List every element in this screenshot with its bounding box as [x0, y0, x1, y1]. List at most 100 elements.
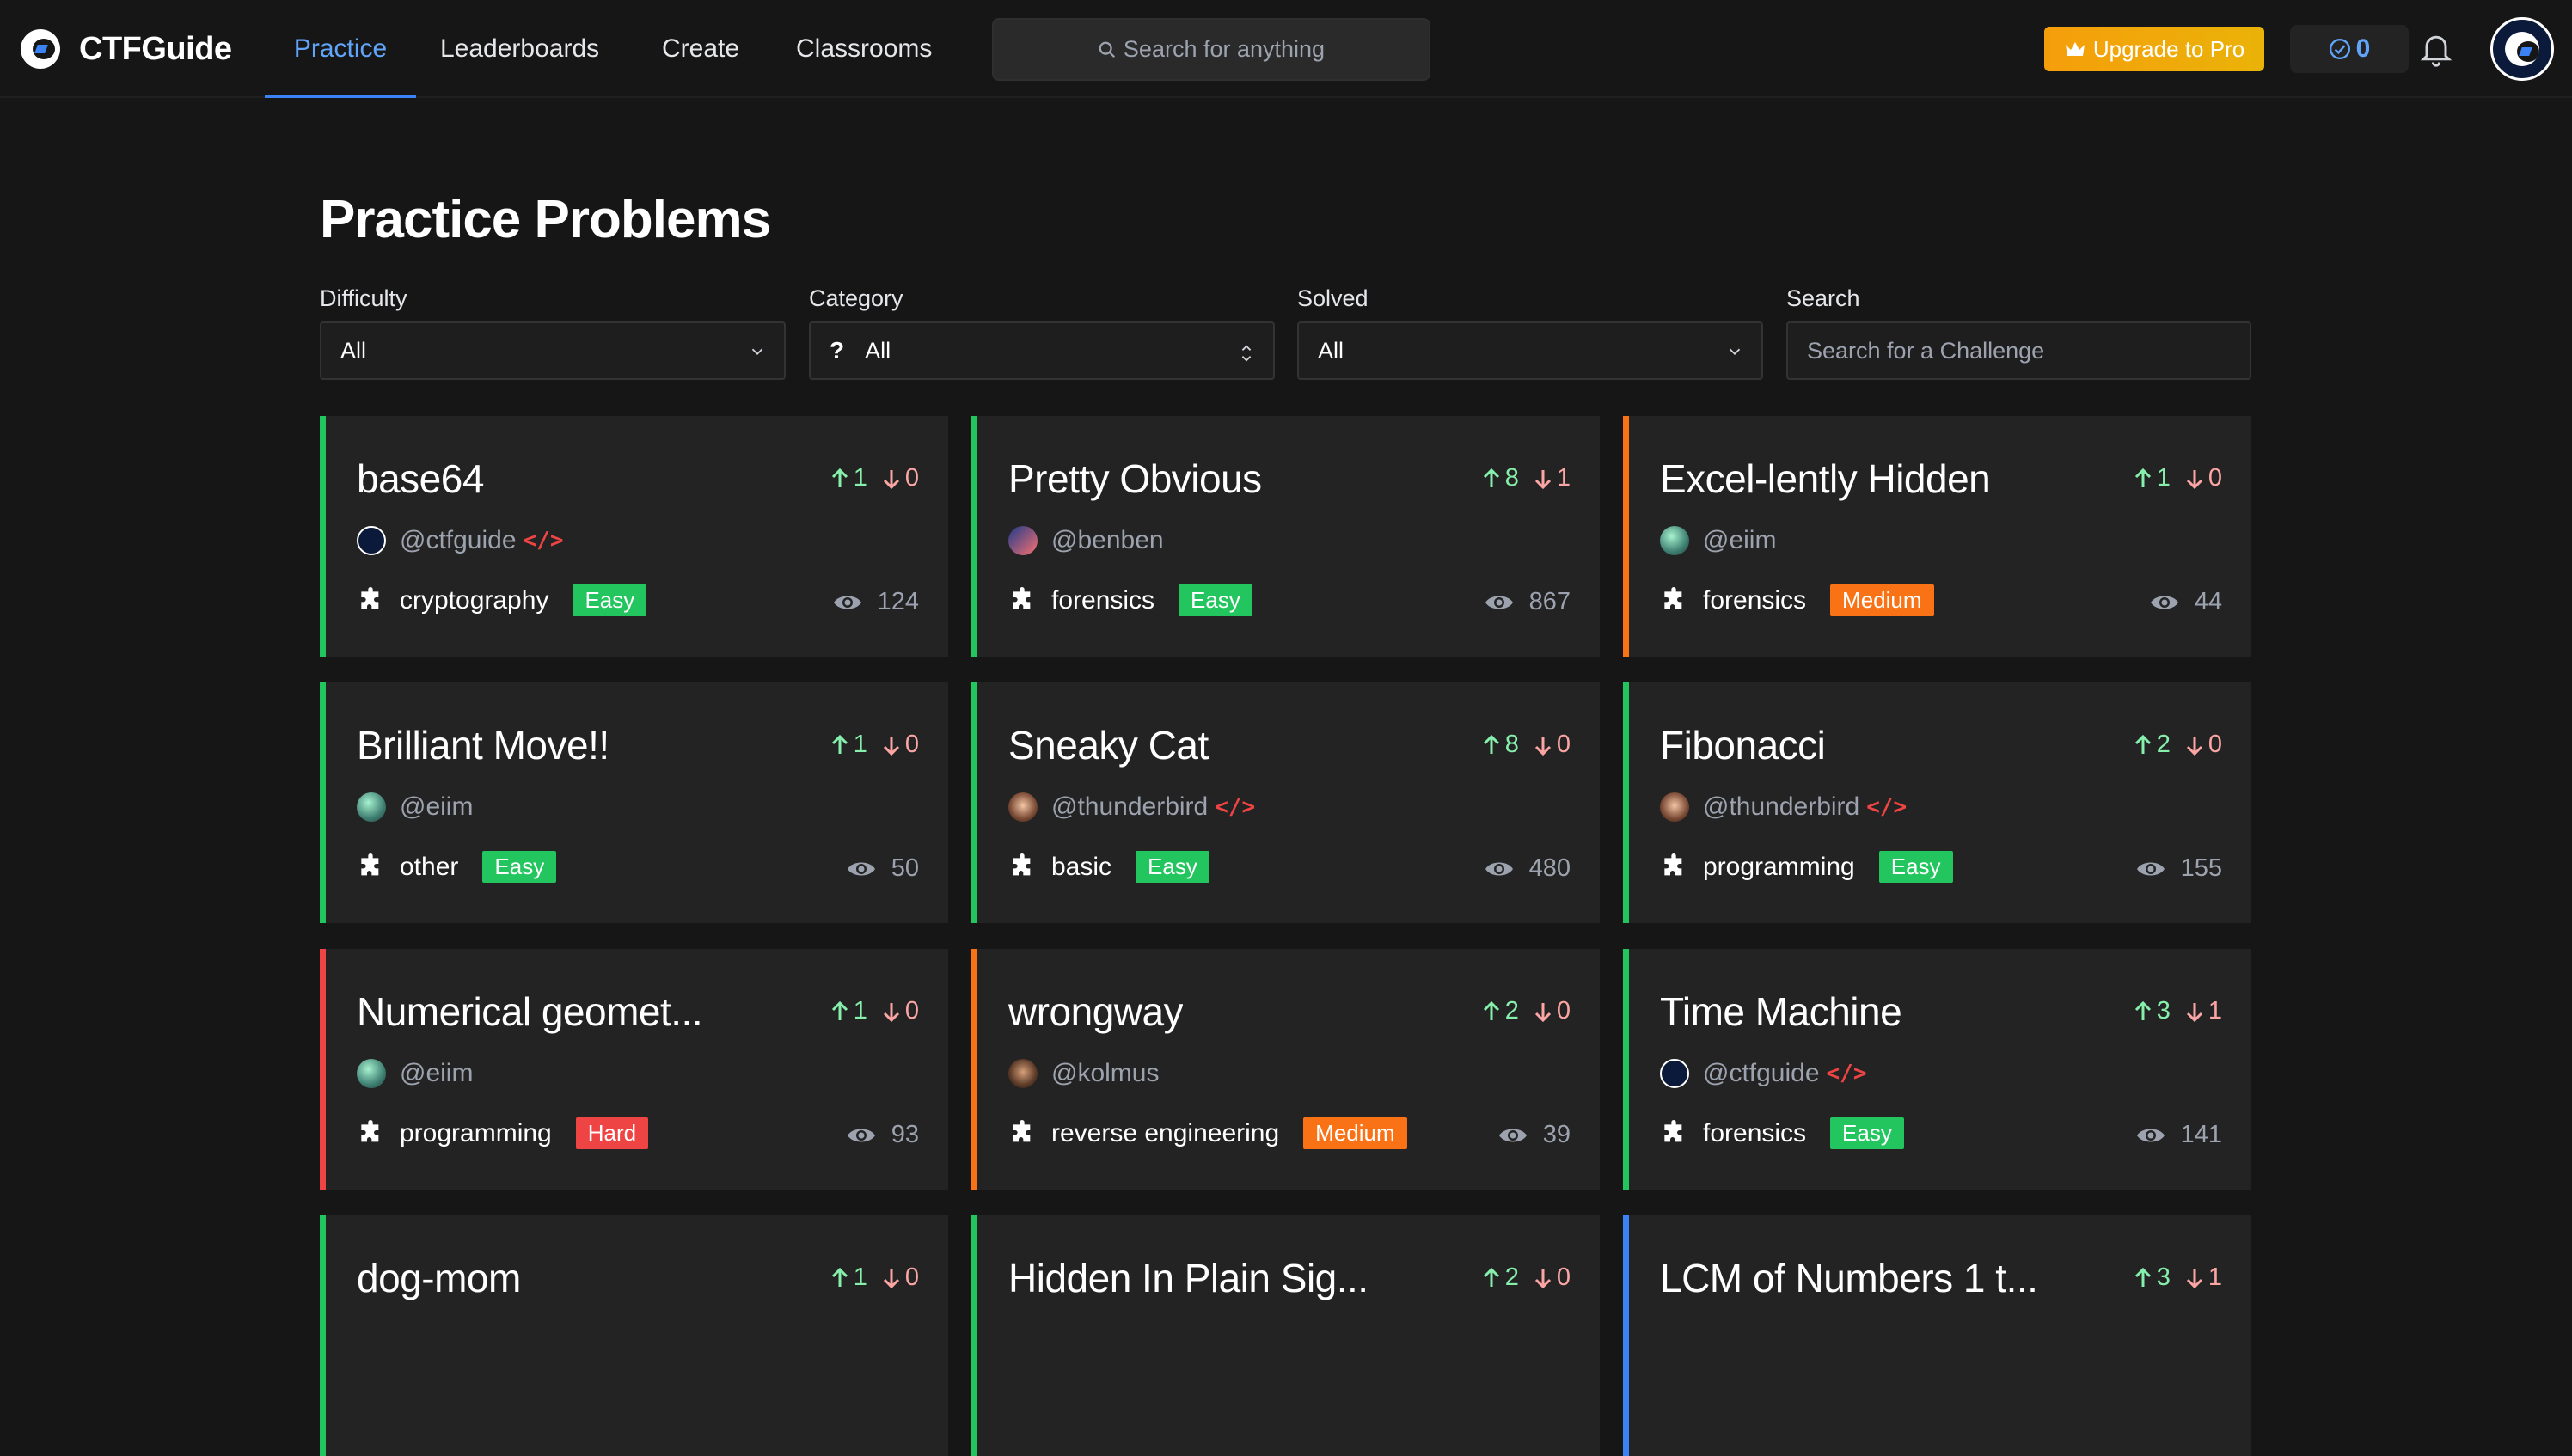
- upvote-count[interactable]: 1: [830, 731, 867, 759]
- upvote-count[interactable]: 8: [1481, 464, 1519, 492]
- upvote-count[interactable]: 2: [2133, 731, 2171, 759]
- challenge-search-input[interactable]: Search for a Challenge: [1786, 321, 2251, 380]
- challenge-title: Excel-lently Hidden: [1660, 456, 1991, 501]
- puzzle-piece-icon: [1664, 1119, 1682, 1141]
- challenge-card[interactable]: wrongway 2 0 @kolmus reverse engineering Medi…: [971, 949, 1600, 1190]
- challenge-card[interactable]: LCM of Numbers 1 t... 3 1: [1623, 1215, 2251, 1456]
- view-count-value: 155: [2180, 854, 2222, 882]
- nav-link-leaderboards[interactable]: Leaderboards: [440, 0, 599, 98]
- author-handle: @ctfguide: [400, 526, 517, 554]
- downvote-count[interactable]: 0: [881, 464, 919, 492]
- upvote-count[interactable]: 2: [1481, 1263, 1519, 1292]
- challenge-meta: cryptography Easy: [357, 584, 647, 616]
- challenge-author[interactable]: @ctfguide </>: [1660, 1059, 1867, 1088]
- vote-counts: 81: [1481, 464, 1571, 492]
- upvote-count[interactable]: 2: [1481, 997, 1519, 1025]
- upvote-count[interactable]: 1: [830, 464, 867, 492]
- downvote-count[interactable]: 1: [2184, 1263, 2222, 1292]
- challenge-title: dog-mom: [357, 1256, 521, 1300]
- upgrade-to-pro-button[interactable]: Upgrade to Pro: [2044, 27, 2264, 71]
- solved-select[interactable]: All: [1297, 321, 1763, 380]
- search-filter-label: Search: [1786, 285, 1860, 311]
- arrow-down-icon: [1534, 469, 1551, 489]
- challenge-author[interactable]: @eiim: [1660, 526, 1776, 555]
- difficulty-badge: Medium: [1830, 584, 1934, 616]
- challenge-author[interactable]: @thunderbird </>: [1660, 792, 1907, 822]
- challenge-search-placeholder: Search for a Challenge: [1807, 337, 2045, 364]
- view-count: 50: [847, 854, 919, 883]
- arrow-up-icon: [2134, 1267, 2151, 1287]
- downvote-count[interactable]: 0: [2184, 731, 2222, 759]
- challenge-card[interactable]: Excel-lently Hidden 1 0 @eiim forensics Mediu…: [1623, 416, 2251, 657]
- challenge-author[interactable]: @kolmus: [1008, 1059, 1159, 1088]
- challenge-card[interactable]: Brilliant Move!! 1 0 @eiim other Easy 50: [320, 682, 948, 923]
- upvote-count[interactable]: 8: [1481, 731, 1519, 759]
- upvote-count[interactable]: 3: [2133, 1263, 2171, 1292]
- downvote-count[interactable]: 1: [2184, 997, 2222, 1025]
- upvote-count[interactable]: 1: [830, 997, 867, 1025]
- downvote-count[interactable]: 0: [1533, 731, 1571, 759]
- view-count-value: 480: [1528, 854, 1571, 882]
- downvote-count[interactable]: 0: [1533, 997, 1571, 1025]
- author-avatar: [1008, 526, 1038, 555]
- category-filter-label: Category: [809, 285, 903, 311]
- challenge-card[interactable]: Fibonacci 2 0 @thunderbird </> programming Eas…: [1623, 682, 2251, 923]
- brand-logo[interactable]: CTFGuide: [21, 22, 232, 76]
- upvote-count[interactable]: 1: [830, 1263, 867, 1292]
- user-avatar[interactable]: [2490, 17, 2554, 81]
- global-search-input[interactable]: Search for anything: [992, 18, 1430, 81]
- downvote-count[interactable]: 0: [2184, 464, 2222, 492]
- nav-link-create[interactable]: Create: [662, 0, 739, 98]
- author-avatar: [1660, 526, 1689, 555]
- author-handle: @eiim: [400, 1059, 474, 1087]
- upvote-count[interactable]: 3: [2133, 997, 2171, 1025]
- downvote-count[interactable]: 0: [1533, 1263, 1571, 1292]
- challenge-author[interactable]: @eiim: [357, 792, 473, 822]
- author-avatar: [1008, 1059, 1038, 1088]
- challenge-title: Sneaky Cat: [1008, 723, 1209, 768]
- challenge-meta: forensics Easy: [1008, 584, 1252, 616]
- challenge-card[interactable]: Sneaky Cat 8 0 @thunderbird </> basic Easy 480: [971, 682, 1600, 923]
- puzzle-piece-icon: [1664, 586, 1682, 609]
- arrow-down-icon: [2186, 1002, 2202, 1022]
- view-count-value: 124: [877, 588, 919, 615]
- arrow-up-icon: [1483, 468, 1499, 487]
- challenge-author[interactable]: @benben: [1008, 526, 1164, 555]
- challenge-card[interactable]: Numerical geomet... 1 0 @eiim programming Har…: [320, 949, 948, 1190]
- difficulty-select[interactable]: All: [320, 321, 786, 380]
- downvote-count[interactable]: 0: [881, 1263, 919, 1292]
- challenge-author[interactable]: @eiim: [357, 1059, 473, 1088]
- arrow-up-icon: [1483, 734, 1499, 754]
- challenge-card[interactable]: base64 1 0 @ctfguide </> cryptography Easy 124: [320, 416, 948, 657]
- downvote-count[interactable]: 1: [1533, 464, 1571, 492]
- challenge-title: Hidden In Plain Sig...: [1008, 1256, 1369, 1300]
- challenge-card[interactable]: Hidden In Plain Sig... 2 0: [971, 1215, 1600, 1456]
- arrow-up-icon: [1483, 1267, 1499, 1287]
- vote-counts: 20: [1481, 997, 1571, 1025]
- challenge-card[interactable]: Time Machine 3 1 @ctfguide </> forensics Easy 1…: [1623, 949, 2251, 1190]
- puzzle-piece-icon: [1013, 853, 1031, 875]
- challenge-meta: forensics Easy: [1660, 1117, 1904, 1149]
- arrow-up-icon: [2134, 734, 2151, 754]
- notification-bell-icon[interactable]: [2417, 29, 2455, 67]
- solved-filter-label: Solved: [1297, 285, 1369, 311]
- author-avatar: [357, 526, 386, 555]
- challenge-category: programming: [400, 1118, 552, 1147]
- difficulty-badge: Easy: [1830, 1117, 1904, 1149]
- category-select[interactable]: ? All: [809, 321, 1275, 380]
- eye-icon: [847, 862, 875, 875]
- challenge-author[interactable]: @ctfguide </>: [357, 526, 564, 555]
- points-counter[interactable]: 0: [2290, 25, 2409, 73]
- difficulty-select-value: All: [340, 337, 367, 364]
- downvote-count[interactable]: 0: [881, 997, 919, 1025]
- challenge-author[interactable]: @thunderbird </>: [1008, 792, 1255, 822]
- challenge-card[interactable]: dog-mom 1 0: [320, 1215, 948, 1456]
- nav-link-practice[interactable]: Practice: [265, 0, 416, 98]
- upgrade-label: Upgrade to Pro: [2092, 35, 2245, 62]
- view-count-value: 39: [1542, 1121, 1571, 1148]
- nav-link-classrooms[interactable]: Classrooms: [796, 0, 932, 98]
- challenge-card[interactable]: Pretty Obvious 8 1 @benben forensics Easy 867: [971, 416, 1600, 657]
- upvote-count[interactable]: 1: [2133, 464, 2171, 492]
- view-count: 93: [847, 1121, 919, 1149]
- downvote-count[interactable]: 0: [881, 731, 919, 759]
